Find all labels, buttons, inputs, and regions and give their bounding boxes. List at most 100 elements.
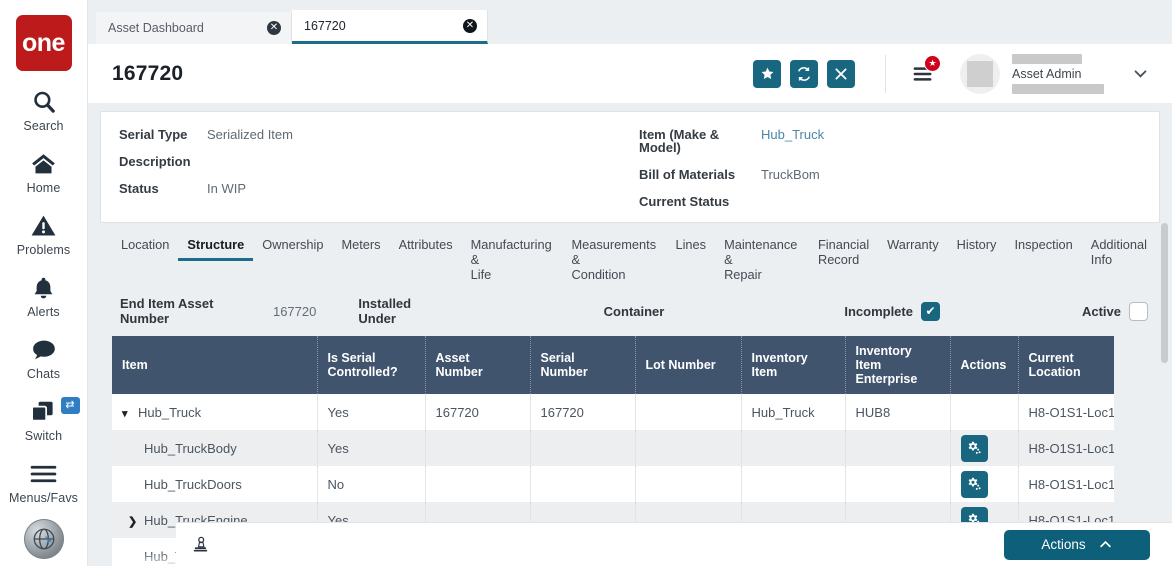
field-label: Bill of Materials bbox=[639, 168, 761, 181]
field-value: Serialized Item bbox=[207, 128, 293, 141]
refresh-button[interactable] bbox=[790, 60, 818, 88]
cell-item[interactable]: ▾Hub_Truck bbox=[112, 394, 317, 430]
notifications-menu-button[interactable]: ★ bbox=[908, 59, 938, 89]
cell-item[interactable]: Hub_TruckDoors bbox=[112, 466, 317, 502]
col-lot-number[interactable]: Lot Number bbox=[635, 336, 741, 394]
cell-serial-number bbox=[530, 430, 635, 466]
tab-financial-record[interactable]: Financial Record bbox=[809, 237, 878, 273]
col-actions[interactable]: Actions bbox=[950, 336, 1018, 394]
tab-measurements-condition[interactable]: Measurements & Condition bbox=[562, 237, 666, 288]
table-row[interactable]: Hub_TruckBody Yes bbox=[112, 430, 1114, 466]
sidebar-item-chats[interactable]: Chats bbox=[0, 335, 88, 381]
col-serial-number[interactable]: Serial Number bbox=[530, 336, 635, 394]
home-icon bbox=[30, 149, 57, 179]
sidebar-item-menus-favs[interactable]: Menus/Favs bbox=[0, 459, 88, 505]
chevron-up-icon bbox=[1098, 537, 1113, 552]
field-serial-type: Serial Type Serialized Item bbox=[119, 128, 639, 141]
stamp-icon[interactable] bbox=[192, 536, 209, 553]
field-label: Item (Make & Model) bbox=[639, 128, 761, 154]
detail-tabs: Location Structure Ownership Meters Attr… bbox=[100, 223, 1160, 288]
chevron-down-icon[interactable]: ▾ bbox=[122, 407, 138, 420]
sidebar-label-switch: Switch bbox=[25, 429, 62, 443]
field-container: Container bbox=[604, 304, 673, 319]
cell-item[interactable]: Hub_TruckBody bbox=[112, 430, 317, 466]
sidebar-label-menus-favs: Menus/Favs bbox=[9, 491, 78, 505]
page-footer: Actions bbox=[176, 522, 1172, 566]
col-inventory-item-enterprise[interactable]: Inventory Item Enterprise bbox=[845, 336, 950, 394]
page-title: 167720 bbox=[112, 62, 183, 86]
table-row[interactable]: Hub_TruckDoors No bbox=[112, 466, 1114, 502]
left-nav-rail: one Search Home bbox=[0, 0, 88, 566]
field-label: Serial Type bbox=[119, 128, 207, 141]
field-incomplete: Incomplete ✔ bbox=[844, 302, 940, 321]
tab-warranty[interactable]: Warranty bbox=[878, 237, 947, 258]
sidebar-item-globe[interactable] bbox=[0, 519, 88, 559]
bell-icon bbox=[31, 273, 56, 303]
sidebar-item-switch[interactable]: ⇄ Switch bbox=[0, 397, 88, 443]
cell-asset-number: 167720 bbox=[425, 394, 530, 430]
switch-badge-icon[interactable]: ⇄ bbox=[61, 397, 80, 414]
tab-structure[interactable]: Structure bbox=[178, 237, 253, 261]
one-logo[interactable]: one bbox=[16, 15, 72, 71]
chevron-right-icon[interactable]: ❯ bbox=[128, 515, 144, 528]
user-info-block: Asset Admin bbox=[1012, 54, 1104, 94]
incomplete-checkbox[interactable]: ✔ bbox=[921, 302, 940, 321]
cell-lot-number bbox=[635, 466, 741, 502]
tab-ownership[interactable]: Ownership bbox=[253, 237, 332, 258]
close-page-button[interactable] bbox=[827, 60, 855, 88]
cell-is-serial-controlled: No bbox=[317, 466, 425, 502]
col-current-location[interactable]: Current Location bbox=[1018, 336, 1114, 394]
sidebar-item-home[interactable]: Home bbox=[0, 149, 88, 195]
table-row[interactable]: ▾Hub_Truck Yes 167720 167720 Hub_Truck H… bbox=[112, 394, 1114, 430]
tab-167720[interactable]: 167720 ✕ bbox=[292, 10, 488, 44]
field-current-status: Current Status bbox=[639, 195, 824, 208]
tab-asset-dashboard[interactable]: Asset Dashboard ✕ bbox=[96, 12, 292, 44]
field-label: Description bbox=[119, 155, 207, 168]
tab-history[interactable]: History bbox=[948, 237, 1006, 258]
cell-is-serial-controlled: Yes bbox=[317, 394, 425, 430]
logo-text: one bbox=[22, 29, 65, 58]
asset-summary-panel: Serial Type Serialized Item Description … bbox=[100, 111, 1160, 223]
col-item[interactable]: Item bbox=[112, 336, 317, 394]
field-label: Status bbox=[119, 182, 207, 195]
col-is-serial-controlled[interactable]: Is Serial Controlled? bbox=[317, 336, 425, 394]
structure-filter-bar: End Item Asset Number 167720 Installed U… bbox=[100, 288, 1160, 336]
field-label: Active bbox=[1082, 304, 1121, 319]
sidebar-label-chats: Chats bbox=[27, 367, 60, 381]
tab-additional-info[interactable]: Additional Info bbox=[1082, 237, 1156, 273]
actions-button[interactable]: Actions bbox=[1004, 530, 1150, 560]
field-value: 167720 bbox=[273, 304, 316, 319]
sidebar-label-search: Search bbox=[23, 119, 63, 133]
page-scrollbar-track[interactable] bbox=[1157, 221, 1172, 522]
page-scrollbar-thumb[interactable] bbox=[1161, 223, 1168, 363]
browser-tabstrip: Asset Dashboard ✕ 167720 ✕ bbox=[88, 0, 1172, 44]
notification-badge: ★ bbox=[924, 55, 941, 72]
user-role-label: Asset Admin bbox=[1012, 67, 1104, 81]
item-link[interactable]: Hub_Truck bbox=[761, 128, 824, 154]
tab-manufacturing-life[interactable]: Manufacturing & Life bbox=[462, 237, 563, 288]
field-item-make-model: Item (Make & Model) Hub_Truck bbox=[639, 128, 824, 154]
avatar[interactable] bbox=[960, 54, 1000, 94]
tab-maintenance-repair[interactable]: Maintenance & Repair bbox=[715, 237, 809, 288]
tab-lines[interactable]: Lines bbox=[666, 237, 715, 258]
favorite-button[interactable] bbox=[753, 60, 781, 88]
sidebar-item-problems[interactable]: Problems bbox=[0, 211, 88, 257]
col-inventory-item[interactable]: Inventory Item bbox=[741, 336, 845, 394]
cell-actions bbox=[950, 394, 1018, 430]
tab-inspection[interactable]: Inspection bbox=[1005, 237, 1081, 258]
tab-meters[interactable]: Meters bbox=[332, 237, 389, 258]
sidebar-item-search[interactable]: Search bbox=[0, 87, 88, 133]
col-asset-number[interactable]: Asset Number bbox=[425, 336, 530, 394]
tab-location[interactable]: Location bbox=[112, 237, 178, 258]
tab-close-icon[interactable]: ✕ bbox=[267, 21, 281, 35]
redacted-bar-bottom bbox=[1012, 84, 1104, 94]
field-active: Active bbox=[1082, 302, 1148, 321]
user-menu-chevron-down-icon[interactable] bbox=[1126, 60, 1154, 88]
tab-attributes[interactable]: Attributes bbox=[390, 237, 462, 258]
row-actions-gear-icon[interactable] bbox=[961, 435, 988, 462]
active-checkbox[interactable] bbox=[1129, 302, 1148, 321]
actions-button-label: Actions bbox=[1041, 537, 1085, 552]
sidebar-item-alerts[interactable]: Alerts bbox=[0, 273, 88, 319]
row-actions-gear-icon[interactable] bbox=[961, 471, 988, 498]
tab-close-icon[interactable]: ✕ bbox=[463, 19, 477, 33]
